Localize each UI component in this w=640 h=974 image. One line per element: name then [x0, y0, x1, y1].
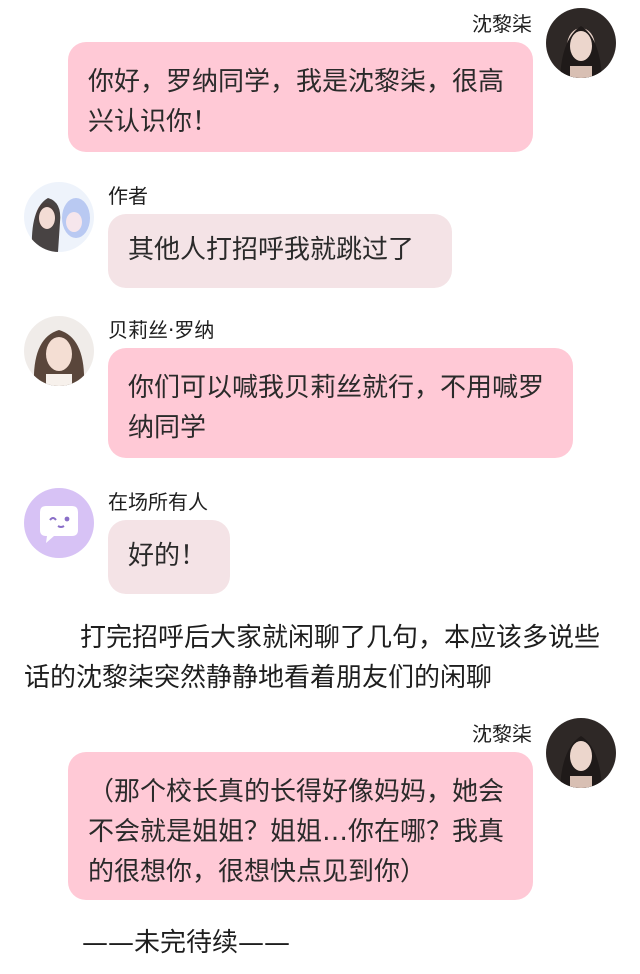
avatar-shen-liqi[interactable] — [546, 718, 616, 788]
to-be-continued: ——未完待续—— — [82, 928, 291, 958]
message-bubble: 其他人打招呼我就跳过了 — [108, 214, 452, 288]
message-bubble: 你好，罗纳同学，我是沈黎柒，很高兴认识你！ — [68, 42, 533, 152]
avatar-group[interactable] — [24, 488, 94, 558]
avatar-shen-liqi-image — [546, 8, 616, 78]
sender-name: 沈黎柒 — [472, 12, 532, 36]
avatar-beilisi-luona-image — [24, 316, 94, 386]
avatar-beilisi-luona[interactable] — [24, 316, 94, 386]
avatar-author[interactable] — [24, 182, 94, 252]
message-bubble: 好的！ — [108, 520, 230, 594]
sender-name: 在场所有人 — [108, 490, 208, 514]
sender-name: 作者 — [108, 184, 148, 208]
avatar-shen-liqi-image — [546, 718, 616, 788]
message-bubble: （那个校长真的长得好像妈妈，她会不会就是姐姐？姐姐…你在哪？我真的很想你，很想快… — [68, 752, 533, 900]
chat-bubble-icon — [40, 506, 78, 543]
narration-paragraph: 打完招呼后大家就闲聊了几句，本应该多说些话的沈黎柒突然静静地看着朋友们的闲聊 — [24, 623, 601, 693]
sender-name: 沈黎柒 — [472, 722, 532, 746]
sender-name: 贝莉丝·罗纳 — [108, 318, 215, 342]
avatar-author-image — [24, 182, 94, 252]
message-bubble: 你们可以喊我贝莉丝就行，不用喊罗纳同学 — [108, 348, 573, 458]
avatar-shen-liqi[interactable] — [546, 8, 616, 78]
